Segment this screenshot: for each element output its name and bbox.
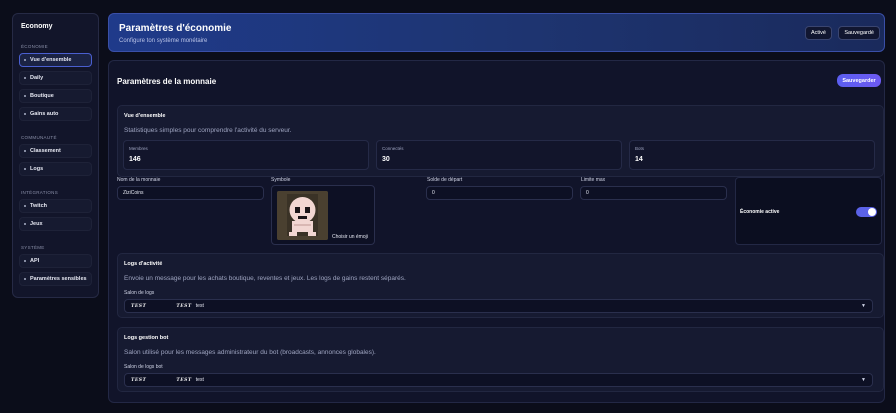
stat-value: 14 [635, 156, 643, 163]
stat-connected: Connectés 30 [376, 140, 622, 170]
max-limit-label: Limite max [581, 177, 606, 183]
bullet-icon [24, 205, 26, 207]
sidebar-section-label: SYSTÈME [21, 245, 45, 250]
sidebar-section-label: INTÉGRATIONS [21, 190, 59, 195]
page-subtitle: Configure ton système monétaire [119, 38, 208, 44]
sidebar: Economy ÉCONOMIE Vue d'ensemble Daily Bo… [12, 13, 99, 298]
sidebar-title: Economy [21, 23, 53, 30]
log-channel-select[interactable]: 𝑻𝑬𝑺𝑻 𝑻𝑬𝑺𝑻 test ▼ [124, 299, 873, 313]
sidebar-item-shop[interactable]: Boutique [19, 89, 92, 103]
stat-value: 146 [129, 156, 141, 163]
sidebar-item-auto-gains[interactable]: Gains auto [19, 107, 92, 121]
sidebar-section-label: ÉCONOMIE [21, 44, 48, 49]
panel-description: Statistiques simples pour comprendre l'a… [124, 127, 292, 134]
choose-emoji-link[interactable]: Choisir un émoji [332, 234, 368, 240]
sidebar-item-games[interactable]: Jeux [19, 217, 92, 231]
stat-label: Membres [129, 146, 148, 151]
bullet-icon [24, 77, 26, 79]
channel-name: test [195, 377, 204, 383]
status-badge[interactable]: Activé [805, 26, 832, 40]
stat-members: Membres 146 [123, 140, 369, 170]
panel-description: Salon utilisé pour les messages administ… [124, 349, 376, 356]
sidebar-item-leaderboard[interactable]: Classement [19, 144, 92, 158]
stat-value: 30 [382, 156, 390, 163]
bullet-icon [24, 278, 26, 280]
currency-name-label: Nom de la monnaie [117, 177, 161, 183]
bullet-icon [24, 168, 26, 170]
sidebar-item-label: Vue d'ensemble [30, 57, 72, 63]
sidebar-item-label: API [30, 258, 40, 264]
bot-log-channel-label: Salon de logs bot [124, 364, 163, 370]
page-title: Paramètres d'économie [119, 23, 232, 34]
channel-glyph: 𝑻𝑬𝑺𝑻 [131, 377, 147, 383]
log-channel-label: Salon de logs [124, 290, 155, 296]
chevron-down-icon: ▼ [861, 377, 866, 383]
sidebar-item-label: Gains auto [30, 111, 59, 117]
sidebar-item-twitch[interactable]: Twitch [19, 199, 92, 213]
saved-badge[interactable]: Sauvegardé [838, 26, 880, 40]
channel-glyph: 𝑻𝑬𝑺𝑻 [131, 303, 147, 309]
economy-active-toggle[interactable] [856, 207, 877, 217]
sidebar-item-label: Paramètres sensibles [30, 276, 87, 282]
panel-description: Envoie un message pour les achats boutiq… [124, 275, 406, 282]
start-balance-field[interactable]: 0 [426, 186, 573, 200]
sidebar-item-sensitive-settings[interactable]: Paramètres sensibles [19, 272, 92, 286]
channel-name: test [195, 303, 204, 309]
bullet-icon [24, 223, 26, 225]
bullet-icon [24, 260, 26, 262]
toggle-knob [868, 208, 876, 216]
sidebar-item-label: Twitch [30, 203, 48, 209]
channel-glyph: 𝑻𝑬𝑺𝑻 [176, 377, 192, 383]
bot-log-channel-select[interactable]: 𝑻𝑬𝑺𝑻 𝑻𝑬𝑺𝑻 test ▼ [124, 373, 873, 387]
sidebar-item-api[interactable]: API [19, 254, 92, 268]
symbol-image [277, 191, 328, 240]
sidebar-item-label: Jeux [30, 221, 43, 227]
page-header: Paramètres d'économie Configure ton syst… [108, 13, 885, 52]
currency-name-field[interactable]: ZiziCoins [117, 186, 264, 200]
symbol-picker[interactable]: Choisir un émoji [271, 185, 375, 245]
bullet-icon [24, 113, 26, 115]
channel-glyph: 𝑻𝑬𝑺𝑻 [176, 303, 192, 309]
stat-label: Bots [635, 146, 645, 151]
sidebar-item-label: Classement [30, 148, 61, 154]
sidebar-item-label: Boutique [30, 93, 54, 99]
sidebar-item-overview[interactable]: Vue d'ensemble [19, 53, 92, 67]
emoji-face-icon [277, 191, 328, 240]
start-balance-label: Solde de départ [427, 177, 463, 183]
panel-title: Vue d'ensemble [124, 113, 166, 119]
bullet-icon [24, 59, 26, 61]
bot-logs-panel: Logs gestion bot Salon utilisé pour les … [117, 327, 884, 392]
chevron-down-icon: ▼ [861, 303, 866, 309]
panel-title: Logs gestion bot [124, 335, 169, 341]
panel-title: Logs d'activité [124, 261, 163, 267]
sidebar-item-label: Logs [30, 166, 44, 172]
bullet-icon [24, 150, 26, 152]
sidebar-item-daily[interactable]: Daily [19, 71, 92, 85]
bullet-icon [24, 95, 26, 97]
sidebar-item-label: Daily [30, 75, 44, 81]
activity-logs-panel: Logs d'activité Envoie un message pour l… [117, 253, 884, 318]
save-button[interactable]: Sauvegarder [837, 74, 881, 87]
symbol-label: Symbole [271, 177, 291, 183]
section-title: Paramètres de la monnaie [117, 77, 217, 86]
economy-active-label: Économie active [740, 209, 780, 215]
stat-label: Connectés [382, 146, 404, 151]
stat-bots: Bots 14 [629, 140, 875, 170]
max-limit-field[interactable]: 0 [580, 186, 727, 200]
main-card: Paramètres de la monnaie Sauvegarder Vue… [108, 60, 885, 403]
sidebar-item-logs[interactable]: Logs [19, 162, 92, 176]
economy-active-card: Économie active [735, 177, 882, 245]
sidebar-section-label: COMMUNAUTÉ [21, 135, 57, 140]
